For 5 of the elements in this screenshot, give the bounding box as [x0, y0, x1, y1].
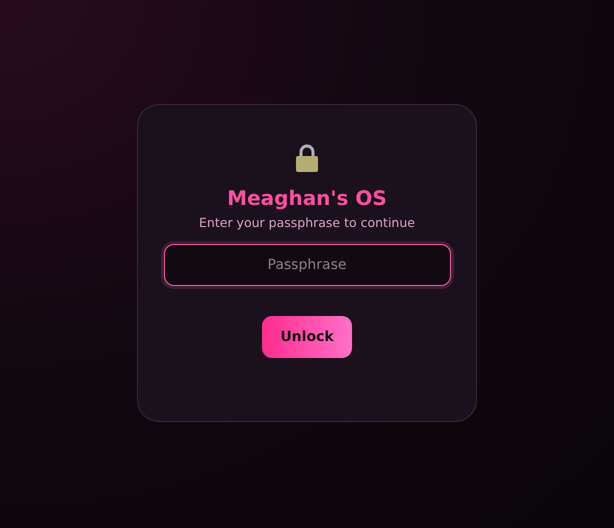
passphrase-field[interactable]: Passphrase: [164, 244, 450, 286]
title: Meaghan's OS: [227, 185, 387, 211]
subtitle: Enter your passphrase to continue: [199, 215, 415, 231]
unlock-button[interactable]: Unlock: [262, 316, 352, 358]
padlock-icon: [293, 143, 321, 173]
